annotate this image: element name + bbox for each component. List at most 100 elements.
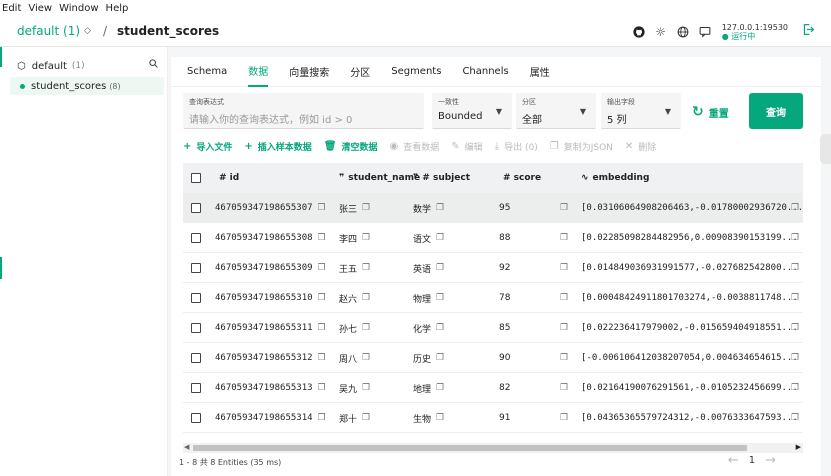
copy-icon[interactable]: ❐ — [560, 373, 568, 403]
copy-icon[interactable]: ❐ — [436, 233, 444, 243]
cell-subject[interactable]: 语文 ❐ — [413, 223, 444, 253]
copy-icon[interactable]: ❐ — [560, 403, 568, 433]
copy-icon[interactable]: ❐ — [318, 293, 326, 303]
cell-score[interactable]: 91 — [499, 403, 510, 433]
cell-embedding[interactable]: [0.02285098284482956,0.00908390153199... — [581, 223, 798, 253]
cell-subject[interactable]: 物理 ❐ — [413, 283, 444, 313]
sun-icon[interactable]: ☼ — [654, 25, 668, 39]
cell-name[interactable]: 孙七 ❐ — [339, 313, 370, 343]
table-row[interactable]: 467059347198655309 ❐ 王五 ❐ 英语 ❐ 92 [0.0148490369… — [183, 253, 803, 283]
prev-page-icon[interactable]: ← — [728, 453, 739, 468]
tab-2[interactable]: 向量搜索 — [289, 57, 329, 87]
select-all-checkbox[interactable] — [191, 173, 201, 183]
cell-subject[interactable]: 生物 ❐ — [413, 403, 444, 433]
copy-icon[interactable]: ❐ — [560, 343, 568, 373]
sidebar-item-student-scores[interactable]: student_scores (8) — [10, 77, 164, 95]
tab-4[interactable]: Segments — [391, 57, 441, 87]
column-header-0[interactable]: # id — [215, 163, 239, 193]
row-checkbox[interactable] — [191, 413, 201, 423]
breadcrumb-collection[interactable]: student_scores — [117, 24, 219, 38]
copy-icon[interactable]: ❐ — [560, 193, 568, 223]
action-button-1[interactable]: + 插入样本数据 — [244, 140, 311, 153]
cell-id[interactable]: 467059347198655309 ❐ — [215, 253, 326, 283]
menu-item-window[interactable]: Window — [59, 3, 98, 14]
copy-icon[interactable]: ❐ — [791, 223, 799, 253]
cell-embedding[interactable]: [0.03106064908206463,-0.01780002936720..… — [581, 193, 803, 223]
cell-embedding[interactable]: [0.02164190076291561,-0.0105232456699... — [581, 373, 798, 403]
row-checkbox-cell[interactable] — [191, 343, 201, 373]
copy-icon[interactable]: ❐ — [560, 223, 568, 253]
copy-icon[interactable]: ❐ — [362, 413, 370, 423]
action-button-0[interactable]: + 导入文件 — [183, 140, 232, 153]
copy-icon[interactable]: ❐ — [791, 313, 799, 343]
copy-icon[interactable]: ❐ — [318, 353, 326, 363]
current-page[interactable]: 1 — [749, 455, 755, 466]
copy-icon[interactable]: ❐ — [436, 413, 444, 423]
copy-icon[interactable]: ❐ — [560, 253, 568, 283]
copy-icon[interactable]: ❐ — [362, 383, 370, 393]
copy-icon[interactable]: ❐ — [791, 253, 799, 283]
cell-id[interactable]: 467059347198655311 ❐ — [215, 313, 326, 343]
cell-id[interactable]: 467059347198655312 ❐ — [215, 343, 326, 373]
cell-name[interactable]: 李四 ❐ — [339, 223, 370, 253]
cell-name[interactable]: 王五 ❐ — [339, 253, 370, 283]
database-selector[interactable]: default (1) ◇ — [17, 24, 91, 38]
row-checkbox[interactable] — [191, 383, 201, 393]
tab-3[interactable]: 分区 — [350, 57, 370, 87]
cell-name[interactable]: 张三 ❐ — [339, 193, 370, 223]
partition-select[interactable]: 分区 全部 ▼ — [516, 93, 596, 129]
cell-id[interactable]: 467059347198655313 ❐ — [215, 373, 326, 403]
column-header-2[interactable]: ❞ # subject — [413, 163, 470, 193]
header-checkbox-cell[interactable] — [191, 163, 201, 193]
row-checkbox-cell[interactable] — [191, 253, 201, 283]
cell-score[interactable]: 92 — [499, 253, 510, 283]
consistency-select[interactable]: 一致性 Bounded ▼ — [432, 93, 512, 129]
logout-icon[interactable] — [802, 23, 815, 40]
table-row[interactable]: 467059347198655307 ❐ 张三 ❐ 数学 ❐ 95 [0.0310606490… — [183, 193, 803, 223]
cell-id[interactable]: 467059347198655314 ❐ — [215, 403, 326, 433]
menu-item-edit[interactable]: Edit — [2, 3, 21, 14]
reset-button[interactable]: ↻ 重置 — [692, 103, 729, 121]
tab-0[interactable]: Schema — [187, 57, 227, 87]
row-checkbox-cell[interactable] — [191, 403, 201, 433]
scrollbar-thumb[interactable] — [193, 445, 747, 451]
table-row[interactable]: 467059347198655314 ❐ 郑十 ❐ 生物 ❐ 91 [0.0436536557… — [183, 403, 803, 433]
copy-icon[interactable]: ❐ — [362, 203, 370, 213]
copy-icon[interactable]: ❐ — [791, 343, 799, 373]
cell-score[interactable]: 88 — [499, 223, 510, 253]
cell-embedding[interactable]: [0.022236417979002,-0.015659404918551... — [581, 313, 798, 343]
query-button[interactable]: 查询 — [749, 93, 803, 129]
cell-name[interactable]: 周八 ❐ — [339, 343, 370, 373]
cell-subject[interactable]: 地理 ❐ — [413, 373, 444, 403]
cell-score[interactable]: 90 — [499, 343, 510, 373]
table-row[interactable]: 467059347198655311 ❐ 孙七 ❐ 化学 ❐ 85 [0.0222364179… — [183, 313, 803, 343]
copy-icon[interactable]: ❐ — [436, 263, 444, 273]
cell-subject[interactable]: 化学 ❐ — [413, 313, 444, 343]
cell-id[interactable]: 467059347198655307 ❐ — [215, 193, 326, 223]
copy-icon[interactable]: ❐ — [791, 373, 799, 403]
chat-icon[interactable] — [698, 25, 712, 39]
copy-icon[interactable]: ❐ — [791, 193, 799, 223]
copy-icon[interactable]: ❐ — [362, 233, 370, 243]
copy-icon[interactable]: ❐ — [362, 353, 370, 363]
tab-1[interactable]: 数据 — [248, 57, 269, 87]
globe-icon[interactable] — [676, 25, 690, 39]
side-scroll-handle[interactable] — [820, 134, 831, 164]
row-checkbox-cell[interactable] — [191, 193, 201, 223]
copy-icon[interactable]: ❐ — [436, 293, 444, 303]
copy-icon[interactable]: ❐ — [318, 263, 326, 273]
table-row[interactable]: 467059347198655312 ❐ 周八 ❐ 历史 ❐ 90 [-0.006106412… — [183, 343, 803, 373]
copy-icon[interactable]: ❐ — [560, 283, 568, 313]
copy-icon[interactable]: ❐ — [362, 323, 370, 333]
cell-score[interactable]: 78 — [499, 283, 510, 313]
cell-subject[interactable]: 历史 ❐ — [413, 343, 444, 373]
row-checkbox[interactable] — [191, 323, 201, 333]
query-expression-input[interactable]: 查询表达式 请输入你的查询表达式，例如 id > 0 — [183, 93, 424, 129]
column-header-3[interactable]: # score — [499, 163, 541, 193]
sidebar-database[interactable]: ⬡ default (1) — [17, 59, 162, 73]
cell-score[interactable]: 82 — [499, 373, 510, 403]
menu-item-view[interactable]: View — [28, 3, 52, 14]
search-icon[interactable] — [149, 59, 158, 71]
row-checkbox-cell[interactable] — [191, 283, 201, 313]
copy-icon[interactable]: ❐ — [436, 353, 444, 363]
